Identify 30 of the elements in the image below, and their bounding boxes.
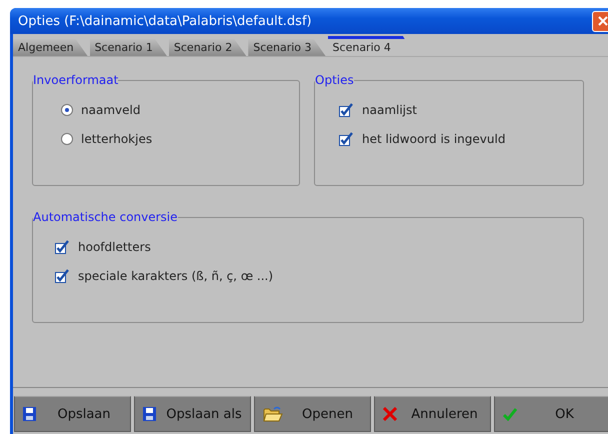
checkbox[interactable] [55,240,70,254]
checkbox[interactable] [55,269,70,283]
group-title: Automatische conversie [33,210,178,224]
option-label: het lidwoord is ingevuld [362,132,506,146]
group-title: Opties [315,73,354,87]
close-icon [598,16,608,26]
option-label: hoofdletters [78,240,151,254]
dialog-button[interactable]: Annuleren [374,396,491,432]
option-label: naamveld [81,103,140,117]
tab[interactable]: Scenario 3 [248,39,326,56]
folder-icon [263,406,283,422]
tab[interactable]: Scenario 2 [168,39,246,56]
option-label: naamlijst [362,103,417,117]
close-button[interactable] [592,10,608,32]
radio-button[interactable] [61,133,73,145]
dialog-button[interactable]: Opslaan als [134,396,251,432]
tab[interactable]: Scenario 1 [90,39,167,56]
window-title: Opties (F:\dainamic\data\Palabris\default.dsf) [18,14,312,28]
option-label: letterhokjes [81,132,152,146]
checkbox[interactable] [339,103,354,117]
tab[interactable]: Algemeen [13,39,88,56]
group-title: Invoerformaat [33,73,118,87]
option-label: speciale karakters (ß, ñ, ç, œ ...) [78,269,274,283]
dialog-button[interactable]: Openen [254,396,371,432]
dialog-button[interactable]: OK [494,396,608,432]
radio-button[interactable] [61,104,73,116]
checkmark-icon [503,407,517,421]
dialog-button[interactable]: Opslaan [14,396,131,432]
checkbox[interactable] [339,132,354,146]
cross-icon [383,407,397,421]
